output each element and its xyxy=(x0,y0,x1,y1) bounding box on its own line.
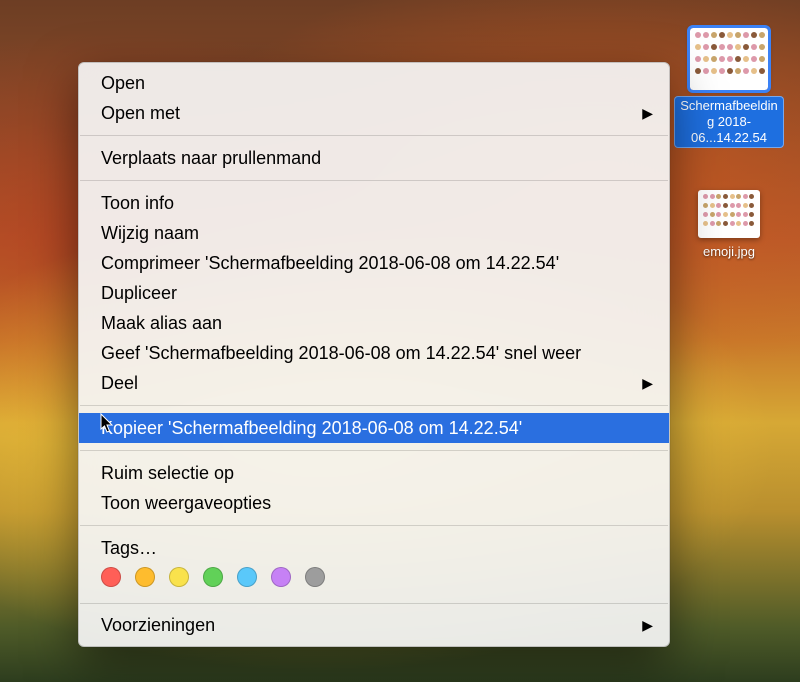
thumbnail-content xyxy=(703,194,755,234)
menu-label: Deel xyxy=(101,373,138,393)
menu-quick-look[interactable]: Geef 'Schermafbeelding 2018-06-08 om 14.… xyxy=(79,338,669,368)
menu-label: Toon weergaveopties xyxy=(101,493,271,513)
menu-label: Dupliceer xyxy=(101,283,177,303)
file-thumbnail xyxy=(698,190,760,238)
menu-separator xyxy=(80,405,668,406)
submenu-arrow-icon: ▶ xyxy=(642,371,653,395)
menu-label: Geef 'Schermafbeelding 2018-06-08 om 14.… xyxy=(101,343,581,363)
menu-open-with[interactable]: Open met ▶ xyxy=(79,98,669,128)
menu-show-view-options[interactable]: Toon weergaveopties xyxy=(79,488,669,518)
menu-tags-label[interactable]: Tags… xyxy=(79,533,669,563)
tag-blue[interactable] xyxy=(237,567,257,587)
menu-copy[interactable]: Kopieer 'Schermafbeelding 2018-06-08 om … xyxy=(79,413,669,443)
tag-gray[interactable] xyxy=(305,567,325,587)
menu-label: Wijzig naam xyxy=(101,223,199,243)
file-thumbnail xyxy=(690,28,768,90)
menu-compress[interactable]: Comprimeer 'Schermafbeelding 2018-06-08 … xyxy=(79,248,669,278)
tag-green[interactable] xyxy=(203,567,223,587)
menu-separator xyxy=(80,450,668,451)
thumbnail-content xyxy=(695,32,763,86)
desktop-icons-area: Schermafbeelding 2018-06...14.22.54 emoj… xyxy=(674,28,784,260)
submenu-arrow-icon: ▶ xyxy=(642,101,653,125)
menu-clean-up-selection[interactable]: Ruim selectie op xyxy=(79,458,669,488)
menu-rename[interactable]: Wijzig naam xyxy=(79,218,669,248)
menu-get-info[interactable]: Toon info xyxy=(79,188,669,218)
file-label: Schermafbeelding 2018-06...14.22.54 xyxy=(674,96,784,148)
menu-label: Tags… xyxy=(101,538,157,558)
menu-separator xyxy=(80,180,668,181)
menu-label: Ruim selectie op xyxy=(101,463,234,483)
submenu-arrow-icon: ▶ xyxy=(642,613,653,637)
menu-tags-row xyxy=(79,563,669,593)
finder-context-menu: Open Open met ▶ Verplaats naar prullenma… xyxy=(78,62,670,647)
menu-label: Kopieer 'Schermafbeelding 2018-06-08 om … xyxy=(101,418,522,438)
tag-red[interactable] xyxy=(101,567,121,587)
menu-label: Maak alias aan xyxy=(101,313,222,333)
menu-make-alias[interactable]: Maak alias aan xyxy=(79,308,669,338)
menu-move-to-trash[interactable]: Verplaats naar prullenmand xyxy=(79,143,669,173)
file-label: emoji.jpg xyxy=(703,244,755,260)
menu-label: Verplaats naar prullenmand xyxy=(101,148,321,168)
tag-yellow[interactable] xyxy=(169,567,189,587)
menu-open[interactable]: Open xyxy=(79,68,669,98)
menu-share[interactable]: Deel ▶ xyxy=(79,368,669,398)
menu-separator xyxy=(80,603,668,604)
menu-label: Toon info xyxy=(101,193,174,213)
menu-services[interactable]: Voorzieningen ▶ xyxy=(79,610,669,640)
desktop-file-emoji[interactable]: emoji.jpg xyxy=(674,190,784,260)
menu-duplicate[interactable]: Dupliceer xyxy=(79,278,669,308)
menu-label: Open xyxy=(101,73,145,93)
desktop-file-screenshot[interactable]: Schermafbeelding 2018-06...14.22.54 xyxy=(674,28,784,148)
tag-orange[interactable] xyxy=(135,567,155,587)
menu-separator xyxy=(80,525,668,526)
menu-label: Open met xyxy=(101,103,180,123)
menu-separator xyxy=(80,135,668,136)
menu-label: Voorzieningen xyxy=(101,615,215,635)
menu-label: Comprimeer 'Schermafbeelding 2018-06-08 … xyxy=(101,253,559,273)
tag-purple[interactable] xyxy=(271,567,291,587)
